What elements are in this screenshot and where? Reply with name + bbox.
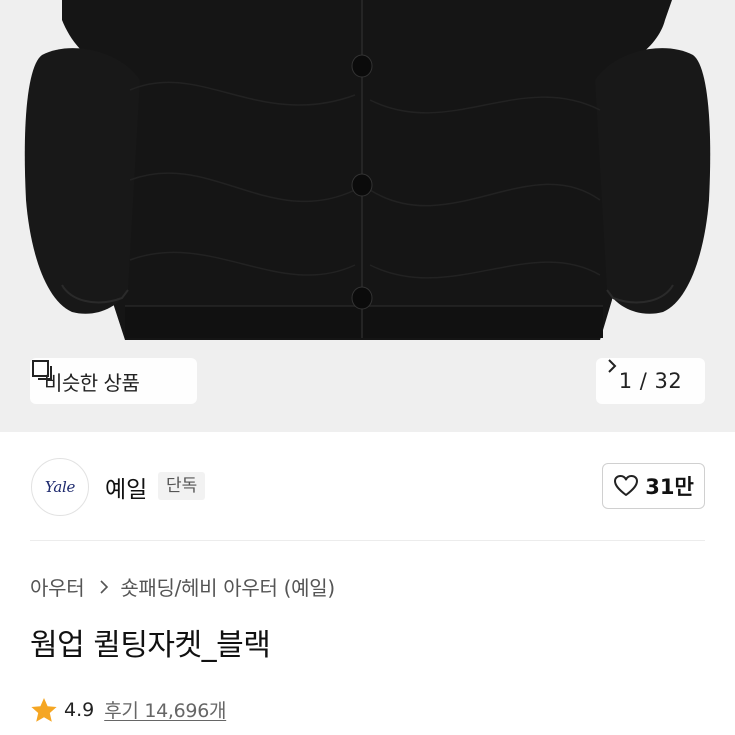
reviews-link[interactable]: 후기 14,696개 — [104, 696, 226, 723]
similar-products-label: 비슷한 상품 — [44, 370, 140, 395]
breadcrumb: 아우터 숏패딩/헤비 아우터 (예일) — [30, 572, 335, 601]
product-image-gallery[interactable]: 비슷한 상품 1 / 32 — [0, 0, 735, 432]
brand-logo[interactable]: Yale — [31, 458, 89, 516]
image-counter-button[interactable]: 1 / 32 — [596, 358, 705, 404]
chevron-right-icon — [100, 579, 109, 594]
brand-name[interactable]: 예일 — [105, 470, 147, 504]
brand-logo-text: Yale — [44, 478, 76, 496]
brand-row: Yale 예일 단독 31만 — [0, 432, 735, 540]
rating-score: 4.9 — [64, 698, 95, 721]
star-icon — [31, 697, 57, 722]
breadcrumb-item-short-padding[interactable]: 숏패딩/헤비 아우터 (예일) — [120, 572, 335, 601]
similar-items-icon — [32, 360, 52, 380]
product-title: 웜업 퀼팅자켓_블랙 — [30, 628, 271, 663]
chevron-right-icon — [608, 359, 617, 373]
exclusive-badge: 단독 — [158, 472, 206, 500]
rating-row: 4.9 후기 14,696개 — [30, 696, 226, 723]
similar-products-button[interactable]: 비슷한 상품 — [30, 358, 197, 404]
breadcrumb-item-outer[interactable]: 아우터 — [30, 572, 85, 601]
image-counter: 1 / 32 — [618, 369, 683, 393]
heart-icon — [614, 475, 639, 496]
section-divider — [30, 540, 705, 541]
like-button[interactable]: 31만 — [602, 463, 705, 509]
like-count: 31만 — [645, 475, 694, 499]
